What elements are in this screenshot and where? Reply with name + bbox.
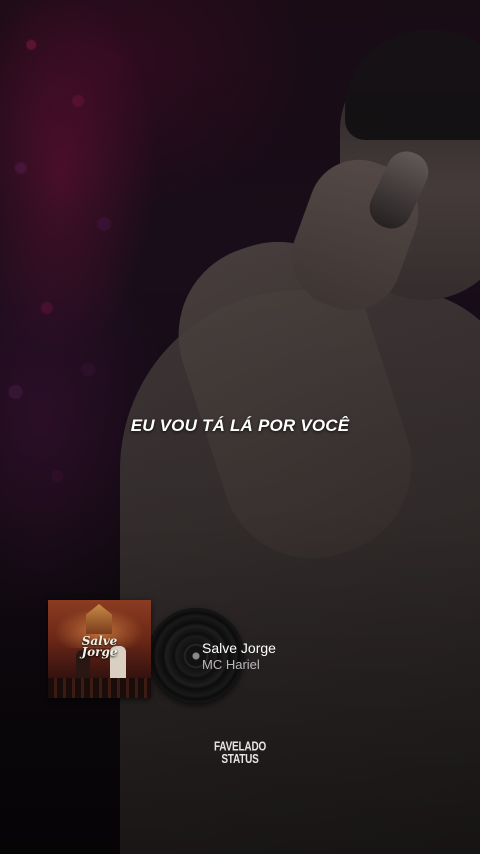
cover-title: Salve Jorge xyxy=(48,635,151,659)
cover-title-line2: Jorge xyxy=(81,645,118,659)
album-cover[interactable]: Salve Jorge xyxy=(48,600,151,698)
song-title: Salve Jorge xyxy=(202,640,276,656)
artist-name: MC Hariel xyxy=(202,657,260,672)
channel-watermark: FAVELADO STATUS xyxy=(200,741,280,767)
lyric-caption: EU VOU TÁ LÁ POR VOCÊ xyxy=(130,416,350,435)
cover-crowd xyxy=(48,678,151,698)
watermark-line2: STATUS xyxy=(221,752,259,767)
vinyl-record-icon xyxy=(148,608,244,704)
